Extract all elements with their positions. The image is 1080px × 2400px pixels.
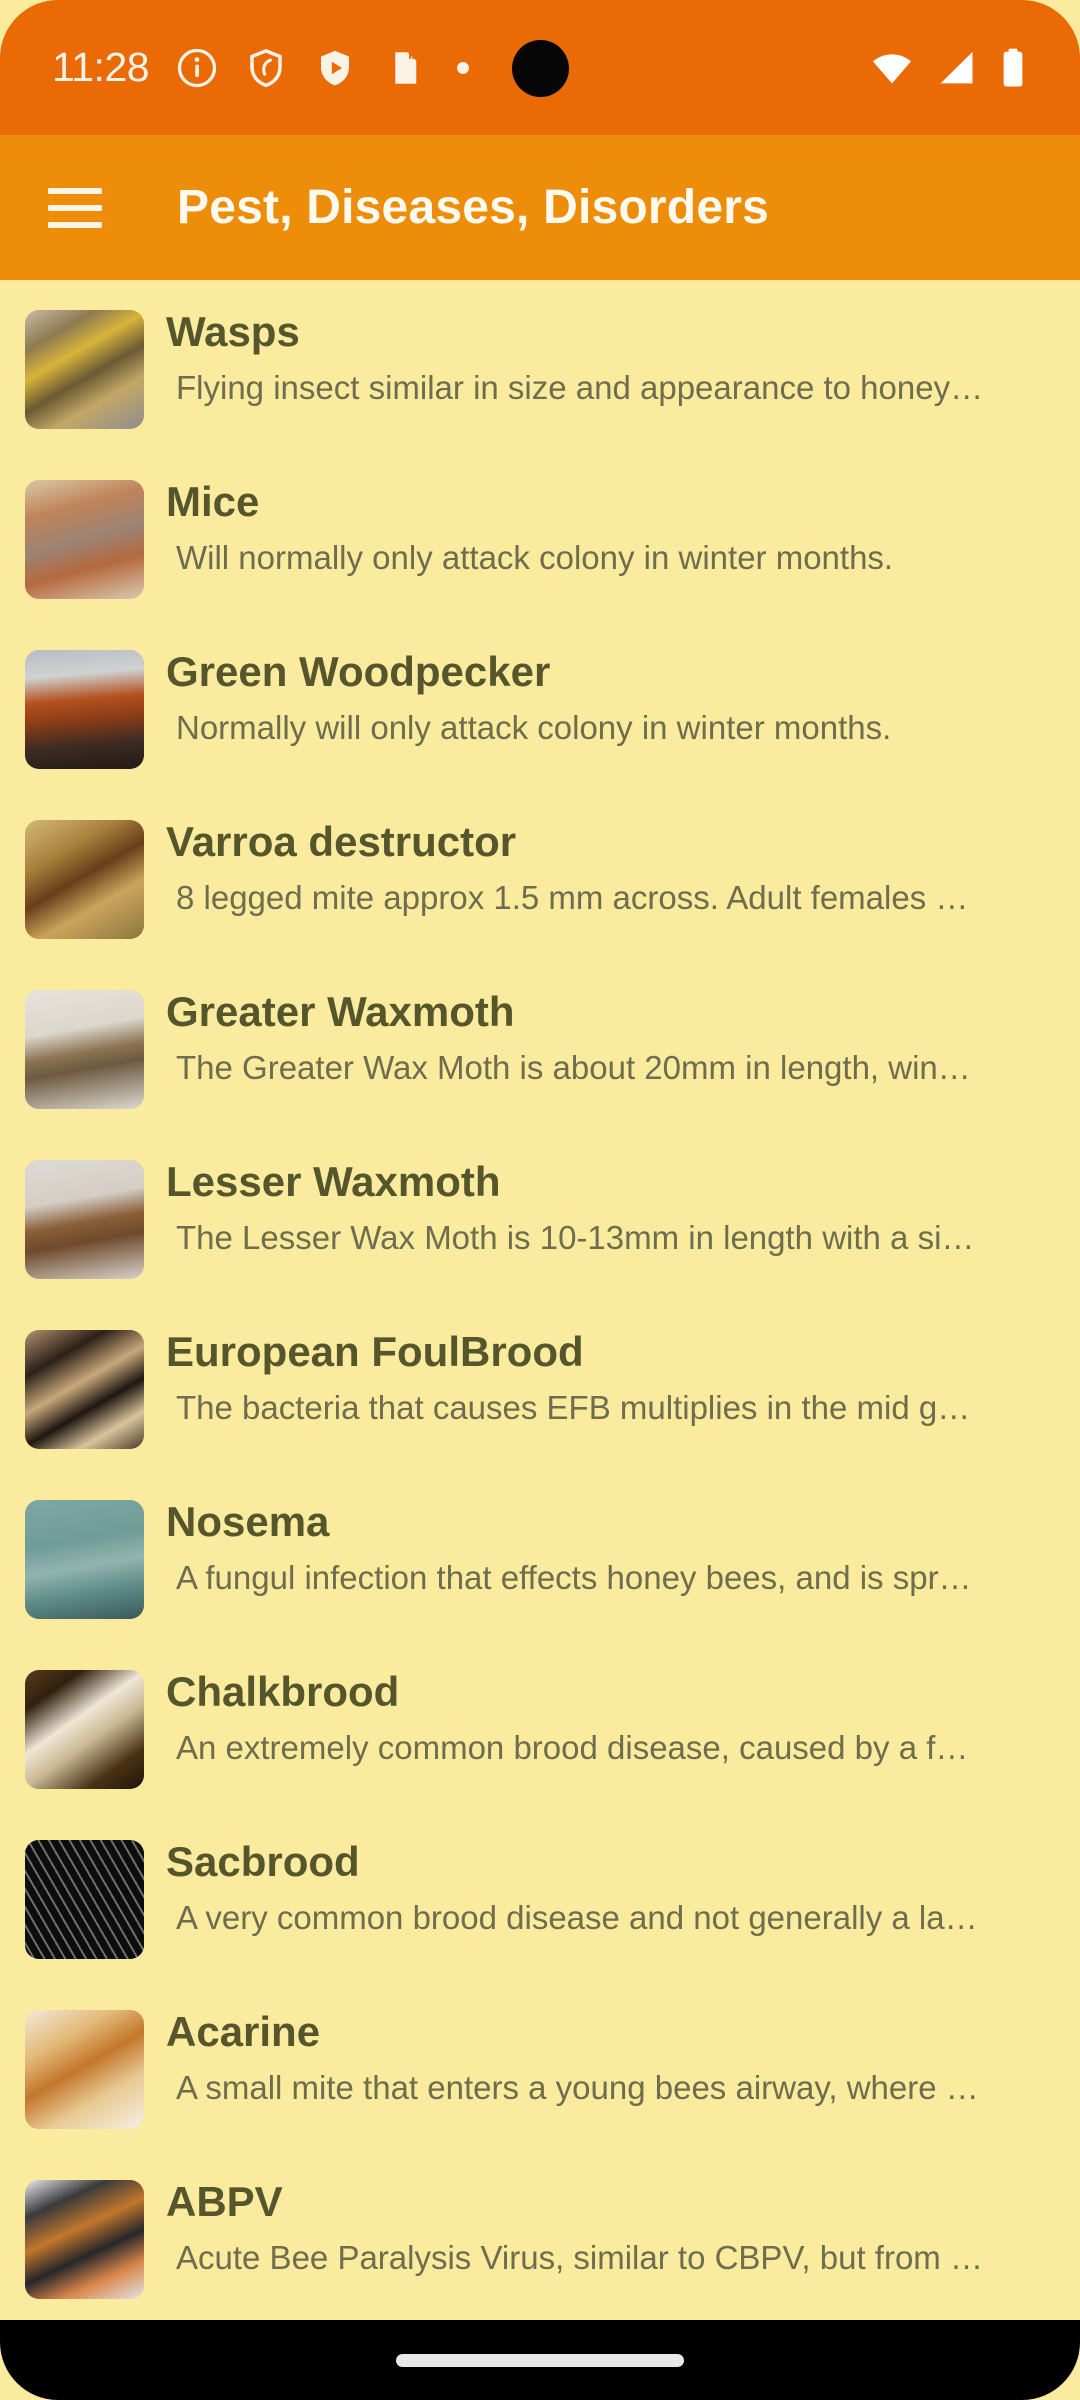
dot-icon [457, 61, 470, 74]
list-item-title: Lesser Waxmoth [166, 1158, 501, 1205]
list-item-title: European FoulBrood [166, 1328, 584, 1375]
list-item-thumbnail [25, 1330, 144, 1449]
list-item[interactable]: Sacbrood A very common brood disease and … [0, 1810, 1080, 1980]
list-item-title: Sacbrood [166, 1838, 360, 1885]
list-item[interactable]: Greater Waxmoth The Greater Wax Moth is a… [0, 960, 1080, 1130]
list-item-text-block: Greater Waxmoth The Greater Wax Moth is a… [166, 960, 1080, 1087]
list-item-subtitle: The Lesser Wax Moth is 10-13mm in length… [176, 1219, 975, 1257]
list-item-text-block: Acarine A small mite that enters a young … [166, 1980, 1080, 2107]
list-item-text-block: European FoulBrood The bacteria that caus… [166, 1300, 1080, 1427]
list-item-title: Nosema [166, 1498, 330, 1545]
list-item-title: Wasps [166, 308, 300, 355]
wifi-icon [872, 53, 912, 83]
list-item-thumbnail [25, 820, 144, 939]
status-bar-left-group: 11:28 [52, 47, 474, 89]
list-item-thumbnail [25, 650, 144, 769]
list-item-subtitle: Acute Bee Paralysis Virus, similar to CB… [176, 2239, 983, 2277]
list-item-subtitle: A fungul infection that effects honey be… [176, 1559, 972, 1597]
front-camera-punchhole [512, 40, 569, 97]
acarine-trachea-photo [25, 2010, 144, 2129]
list-item-subtitle: Flying insect similar in size and appear… [176, 369, 984, 407]
shield-outline-icon [250, 48, 282, 87]
list-item-thumbnail [25, 1670, 144, 1789]
list-item[interactable]: Acarine A small mite that enters a young … [0, 1980, 1080, 2150]
list-item[interactable]: Mice Will normally only attack colony in … [0, 450, 1080, 620]
sd-card-icon [395, 51, 417, 84]
list-item-text-block: Chalkbrood An extremely common brood dise… [166, 1640, 1080, 1767]
list-item-subtitle: The Greater Wax Moth is about 20mm in le… [176, 1049, 971, 1087]
greater-wax-moth-photo [25, 990, 144, 1109]
abpv-bees-photo [25, 2180, 144, 2299]
list-item-thumbnail [25, 310, 144, 429]
chalkbrood-mummy-photo [25, 1670, 144, 1789]
list-item[interactable]: ABPV Acute Bee Paralysis Virus, similar t… [0, 2150, 1080, 2320]
list-item-subtitle: Will normally only attack colony in wint… [176, 539, 894, 577]
list-item-thumbnail [25, 480, 144, 599]
list-item-text-block: Lesser Waxmoth The Lesser Wax Moth is 10-… [166, 1130, 1080, 1257]
list-item-thumbnail [25, 1840, 144, 1959]
list-item-subtitle: The bacteria that causes EFB multiplies … [176, 1389, 971, 1427]
status-bar: 11:28 [0, 0, 1080, 135]
shield-play-icon [321, 50, 350, 85]
pest-disease-list[interactable]: Wasps Flying insect similar in size and a… [0, 280, 1080, 2320]
list-item-text-block: Varroa destructor 8 legged mite approx 1.… [166, 790, 1080, 917]
list-item[interactable]: Wasps Flying insect similar in size and a… [0, 280, 1080, 450]
list-item-title: Green Woodpecker [166, 648, 551, 695]
nosema-dysentery-photo [25, 1500, 144, 1619]
list-item-subtitle: A small mite that enters a young bees ai… [176, 2069, 979, 2107]
page-title: Pest, Diseases, Disorders [177, 181, 769, 234]
list-item-text-block: Green Woodpecker Normally will only attac… [166, 620, 1080, 747]
list-item-title: Acarine [166, 2008, 321, 2055]
list-item-thumbnail [25, 1500, 144, 1619]
list-item-thumbnail [25, 1160, 144, 1279]
list-item-text-block: Wasps Flying insect similar in size and a… [166, 280, 1080, 407]
battery-icon [1003, 48, 1023, 87]
hamburger-menu-icon[interactable] [48, 177, 110, 239]
list-item[interactable]: Varroa destructor 8 legged mite approx 1.… [0, 790, 1080, 960]
european-foulbrood-comb-photo [25, 1330, 144, 1449]
list-item-text-block: Nosema A fungul infection that effects ho… [166, 1470, 1080, 1597]
list-item-title: ABPV [166, 2178, 283, 2225]
app-bar: Pest, Diseases, Disorders [0, 135, 1080, 280]
sacbrood-comb-photo [25, 1840, 144, 1959]
list-item-subtitle: 8 legged mite approx 1.5 mm across. Adul… [176, 879, 969, 917]
system-navigation-bar [0, 2320, 1080, 2400]
list-item-thumbnail [25, 990, 144, 1109]
home-gesture-pill[interactable] [396, 2353, 684, 2367]
list-item-text-block: Mice Will normally only attack colony in … [166, 450, 1080, 577]
info-circle-icon [177, 48, 217, 87]
list-item-title: Greater Waxmoth [166, 988, 515, 1035]
list-item-text-block: ABPV Acute Bee Paralysis Virus, similar t… [166, 2150, 1080, 2277]
list-item[interactable]: Lesser Waxmoth The Lesser Wax Moth is 10-… [0, 1130, 1080, 1300]
list-item[interactable]: Chalkbrood An extremely common brood dise… [0, 1640, 1080, 1810]
woodpecker-damage-photo [25, 650, 144, 769]
lesser-wax-moth-photo [25, 1160, 144, 1279]
cellular-signal-icon [940, 51, 973, 83]
list-item-title: Chalkbrood [166, 1668, 400, 1715]
list-item-subtitle: An extremely common brood disease, cause… [176, 1729, 969, 1767]
list-item-subtitle: A very common brood disease and not gene… [176, 1899, 978, 1937]
list-item[interactable]: Green Woodpecker Normally will only attac… [0, 620, 1080, 790]
list-item-thumbnail [25, 2180, 144, 2299]
list-item[interactable]: Nosema A fungul infection that effects ho… [0, 1470, 1080, 1640]
phone-screen: 11:28 Pest, Diseases, Disorders Wasps Fl… [0, 0, 1080, 2400]
list-item[interactable]: European FoulBrood The bacteria that caus… [0, 1300, 1080, 1470]
list-item-title: Mice [166, 478, 260, 525]
list-item-text-block: Sacbrood A very common brood disease and … [166, 1810, 1080, 1937]
mouse-in-hive-photo [25, 480, 144, 599]
wasps-on-comb-photo [25, 310, 144, 429]
status-clock: 11:28 [52, 44, 150, 90]
list-item-subtitle: Normally will only attack colony in wint… [176, 709, 892, 747]
varroa-mite-on-bee-photo [25, 820, 144, 939]
status-bar-right-group [870, 46, 1028, 90]
list-item-title: Varroa destructor [166, 818, 517, 865]
list-item-thumbnail [25, 2010, 144, 2129]
